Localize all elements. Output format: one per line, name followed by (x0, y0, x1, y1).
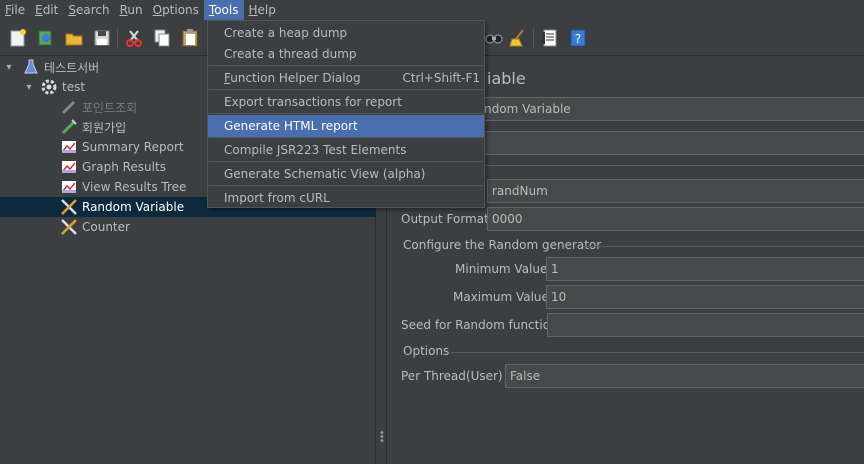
menu-tools[interactable]: Tools (203, 0, 244, 20)
menu-item-generate-schematic-view[interactable]: Generate Schematic View (alpha) (208, 163, 484, 185)
tools-icon (60, 218, 78, 236)
menu-item-compile-jsr223[interactable]: Compile JSR223 Test Elements (208, 139, 484, 161)
menu-separator (209, 185, 483, 186)
options-group-label: Options (403, 344, 450, 358)
new-icon[interactable] (6, 26, 30, 50)
paste-icon[interactable] (178, 26, 202, 50)
menu-edit[interactable]: Edit (30, 0, 63, 20)
shortcut-label: Ctrl+Shift-F1 (402, 71, 480, 85)
menu-separator (209, 161, 483, 162)
comments-field[interactable] (479, 131, 864, 155)
seed-label: Seed for Random function: (401, 318, 562, 332)
minimum-value-field[interactable]: 1 (546, 257, 864, 281)
minimum-value-label: Minimum Value: (455, 262, 552, 276)
help-icon[interactable]: ? (566, 26, 590, 50)
templates-icon[interactable] (34, 26, 58, 50)
chart-icon (60, 138, 78, 156)
splitter-handle[interactable]: • • • (379, 429, 385, 447)
output-format-field[interactable]: 0000 (487, 207, 864, 231)
function-helper-icon[interactable] (538, 26, 562, 50)
chart-icon (60, 158, 78, 176)
clear-all-icon[interactable] (506, 26, 530, 50)
menu-separator (209, 113, 483, 114)
menu-separator (209, 65, 483, 66)
flask-icon (22, 58, 40, 76)
tools-icon (60, 198, 78, 216)
panel-title: iable (487, 69, 526, 88)
group-border (451, 352, 864, 353)
search-icon[interactable] (482, 26, 506, 50)
menu-separator (209, 137, 483, 138)
menu-file[interactable]: File (0, 0, 30, 20)
menu-run[interactable]: Run (115, 0, 148, 20)
menu-item-export-transactions[interactable]: Export transactions for report (208, 91, 484, 113)
toolbar-separator (533, 28, 534, 48)
menu-item-generate-html-report[interactable]: Generate HTML report (208, 115, 484, 137)
menu-item-import-from-curl[interactable]: Import from cURL (208, 187, 484, 209)
open-icon[interactable] (62, 26, 86, 50)
group-border (583, 246, 864, 247)
copy-icon[interactable] (150, 26, 174, 50)
menu-help[interactable]: Help (244, 0, 281, 20)
pipette-icon (60, 118, 78, 136)
menu-search[interactable]: Search (63, 0, 114, 20)
per-thread-select[interactable]: False (505, 364, 864, 388)
save-icon[interactable] (90, 26, 114, 50)
maximum-value-label: Maximum Value: (453, 290, 553, 304)
output-format-label: Output Format: (401, 212, 493, 226)
toolbar-separator (117, 28, 118, 48)
menu-separator (209, 89, 483, 90)
section-divider (479, 165, 864, 166)
menu-item-create-thread-dump[interactable]: Create a thread dump (208, 43, 484, 65)
maximum-value-field[interactable]: 10 (546, 285, 864, 309)
tools-menu-dropdown: Create a heap dump Create a thread dump … (207, 20, 485, 208)
pipette-icon (60, 98, 78, 116)
per-thread-label: Per Thread(User) ?: (401, 369, 517, 383)
menu-item-create-heap-dump[interactable]: Create a heap dump (208, 22, 484, 44)
random-generator-group-label: Configure the Random generator (403, 238, 602, 252)
cut-icon[interactable] (122, 26, 146, 50)
variable-name-field[interactable]: randNum (487, 179, 864, 203)
tree-item-config-element[interactable]: Counter (0, 217, 376, 237)
name-field[interactable]: ndom Variable (479, 97, 864, 121)
menu-bar: File Edit Search Run Options Tools Help (0, 0, 864, 20)
svg-text:?: ? (575, 32, 581, 46)
menu-item-function-helper-dialog[interactable]: Function Helper Dialog Ctrl+Shift-F1 (208, 67, 484, 89)
gear-icon (40, 78, 58, 96)
seed-field[interactable] (547, 313, 864, 337)
chevron-down-icon[interactable]: ▾ (4, 62, 14, 73)
chevron-down-icon[interactable]: ▾ (24, 82, 34, 93)
chart-icon (60, 178, 78, 196)
menu-options[interactable]: Options (148, 0, 204, 20)
